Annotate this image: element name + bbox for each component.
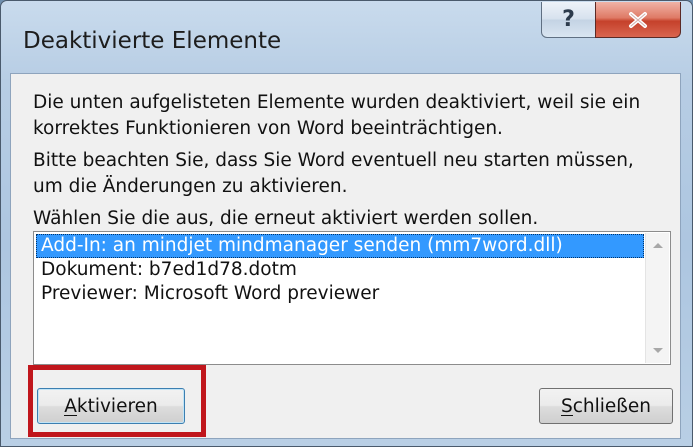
close-button[interactable]: Schließen	[539, 388, 673, 424]
dialog-title: Deaktivierte Elemente	[23, 28, 282, 54]
chevron-down-icon	[653, 348, 663, 353]
chevron-up-icon	[653, 243, 663, 248]
list-scrollbar[interactable]	[645, 233, 669, 363]
dialog-window: Deaktivierte Elemente ? Die unten aufgel…	[0, 0, 693, 447]
close-icon	[629, 11, 647, 28]
restart-note-line-2: um die Änderungen zu aktivieren.	[33, 176, 348, 197]
description-line-1: Die unten aufgelisteten Elemente wurden …	[33, 92, 641, 113]
list-item[interactable]: Previewer: Microsoft Word previewer	[36, 282, 644, 306]
help-button[interactable]: ?	[541, 2, 596, 38]
disabled-items-list[interactable]: Add-In: an mindjet mindmanager senden (m…	[33, 231, 671, 365]
list-item[interactable]: Dokument: b7ed1d78.dotm	[36, 258, 644, 282]
description-line-2: korrektes Funktionieren von Word beeintr…	[33, 118, 503, 139]
list-items: Add-In: an mindjet mindmanager senden (m…	[36, 234, 644, 362]
selection-prompt: Wählen Sie die aus, die erneut aktiviert…	[33, 208, 539, 229]
scroll-down-button[interactable]	[646, 339, 670, 363]
help-button-label: ?	[562, 7, 575, 32]
title-bar[interactable]: Deaktivierte Elemente ?	[1, 1, 692, 73]
list-item[interactable]: Add-In: an mindjet mindmanager senden (m…	[36, 234, 644, 258]
scroll-up-button[interactable]	[646, 233, 670, 257]
restart-note-line-1: Bitte beachten Sie, dass Sie Word eventu…	[33, 150, 634, 171]
close-window-button[interactable]	[595, 2, 681, 38]
close-button-label: Schließen	[560, 395, 652, 417]
highlight-box	[28, 365, 206, 437]
